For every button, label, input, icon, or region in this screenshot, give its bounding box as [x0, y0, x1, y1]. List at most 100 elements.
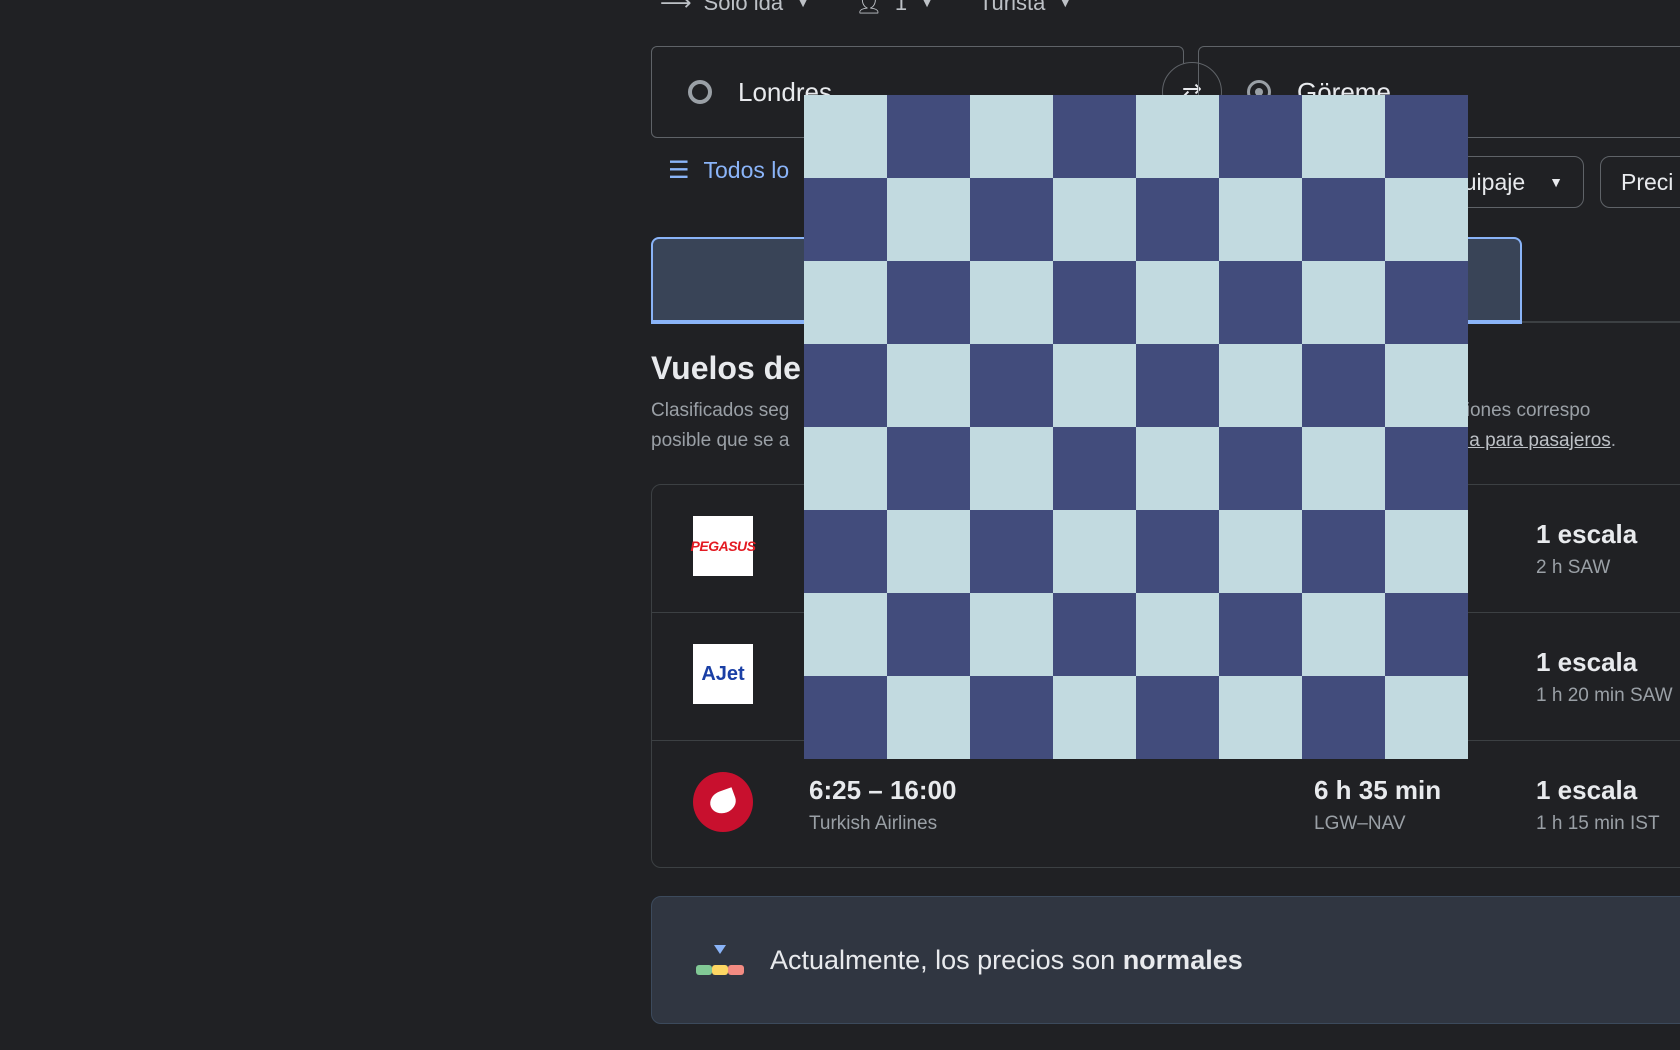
checker-square	[1302, 261, 1385, 344]
checker-square	[887, 95, 970, 178]
price-filter-chip[interactable]: Preci	[1600, 156, 1680, 208]
flight-stops: 1 escala	[1536, 519, 1638, 549]
checker-square	[1053, 593, 1136, 676]
checker-square	[970, 593, 1053, 676]
checker-square	[970, 95, 1053, 178]
turkish-airlines-logo	[693, 772, 753, 832]
checker-square	[1219, 95, 1302, 178]
checker-square	[1219, 510, 1302, 593]
checker-square	[804, 344, 887, 427]
filters-row: ☰ Todos lo	[668, 156, 789, 185]
checker-square	[1302, 344, 1385, 427]
checker-square	[804, 261, 887, 344]
trip-type-select[interactable]: ⟶ Solo ida ▼	[660, 0, 811, 16]
checker-square	[1053, 676, 1136, 759]
pegasus-logo: PEGASUS	[691, 516, 756, 576]
checker-square	[1385, 261, 1468, 344]
person-icon: 👤︎	[854, 0, 883, 15]
flight-stops: 1 escala	[1536, 647, 1638, 677]
price-level-icon	[696, 945, 744, 975]
checker-square	[1385, 427, 1468, 510]
checker-square	[1302, 95, 1385, 178]
checker-square	[804, 95, 887, 178]
checker-square	[887, 676, 970, 759]
checker-square	[804, 510, 887, 593]
results-title: Vuelos de	[651, 350, 801, 386]
checker-square	[1136, 261, 1219, 344]
low-segment	[696, 965, 712, 975]
checker-square	[887, 344, 970, 427]
checker-square	[1053, 95, 1136, 178]
origin-circle-icon	[688, 80, 712, 104]
price-insight-level: normales	[1122, 944, 1243, 975]
price-filter-label: Preci	[1621, 168, 1674, 195]
checker-square	[1136, 510, 1219, 593]
flight-stop-detail: 2 h SAW	[1536, 557, 1611, 578]
checker-square	[887, 261, 970, 344]
checker-square	[1385, 593, 1468, 676]
checker-square	[1219, 261, 1302, 344]
flight-duration: 6 h 35 min	[1314, 775, 1442, 805]
flight-stop-detail: 1 h 15 min IST	[1536, 813, 1660, 834]
cabin-class-select[interactable]: Turista ▼	[979, 0, 1073, 16]
bags-filter-label: uipaje	[1463, 168, 1526, 195]
checker-square	[1219, 593, 1302, 676]
chevron-down-icon: ▼	[1549, 174, 1563, 190]
checker-square	[1385, 178, 1468, 261]
checker-square	[1302, 427, 1385, 510]
ajet-logo: AJet	[693, 644, 753, 704]
checker-square	[887, 427, 970, 510]
flights-page: ⟶ Solo ida ▼ 👤︎ 1 ▼ Turista ▼ Londres ⇄ …	[0, 0, 1680, 1050]
ajet-logo-text: AJet	[701, 662, 745, 685]
checker-square	[1385, 344, 1468, 427]
flight-times: 6:25 – 16:00	[809, 775, 957, 805]
price-insight-text: Actualmente, los precios son normales	[770, 945, 1243, 976]
checker-square	[887, 593, 970, 676]
checker-square	[1136, 344, 1219, 427]
flight-stop-detail: 1 h 20 min SAW	[1536, 685, 1673, 706]
tabs-divider	[1522, 321, 1680, 323]
checker-square	[1053, 178, 1136, 261]
high-segment	[728, 965, 744, 975]
passengers-select[interactable]: 👤︎ 1 ▼	[855, 0, 935, 16]
normal-segment	[712, 965, 728, 975]
checker-square	[970, 427, 1053, 510]
flight-row[interactable]: 6:25 – 16:00 Turkish Airlines 6 h 35 min…	[652, 741, 1680, 867]
checker-square	[970, 178, 1053, 261]
flight-route: LGW–NAV	[1314, 813, 1406, 834]
checker-square	[1219, 178, 1302, 261]
checker-square	[1053, 261, 1136, 344]
price-marker	[714, 945, 726, 954]
checker-square	[887, 178, 970, 261]
checker-square	[1136, 427, 1219, 510]
checker-square	[1302, 178, 1385, 261]
checker-square	[1385, 95, 1468, 178]
desc-line-2-start: posible que se a	[651, 430, 790, 451]
checker-square	[970, 676, 1053, 759]
checker-square	[804, 593, 887, 676]
checker-square	[1219, 344, 1302, 427]
checker-square	[1385, 676, 1468, 759]
checker-square	[1385, 510, 1468, 593]
trip-options-bar: ⟶ Solo ida ▼ 👤︎ 1 ▼ Turista ▼	[660, 0, 1117, 18]
price-insight-prefix: Actualmente, los precios son	[770, 944, 1123, 975]
checker-square	[970, 510, 1053, 593]
all-filters-button[interactable]: ☰ Todos lo	[668, 156, 789, 185]
flight-airline: Turkish Airlines	[809, 813, 938, 834]
arrow-right-icon: ⟶	[660, 0, 692, 15]
bird-icon	[707, 787, 739, 817]
cabin-class-label: Turista	[978, 0, 1046, 15]
price-insight-card[interactable]: Actualmente, los precios son normales	[651, 896, 1680, 1024]
checker-square	[1136, 95, 1219, 178]
desc-line-1-start: Clasificados seg	[651, 400, 790, 421]
checker-square	[804, 427, 887, 510]
checker-square	[804, 676, 887, 759]
checker-square	[1302, 510, 1385, 593]
checker-square	[1053, 344, 1136, 427]
checker-square	[1302, 593, 1385, 676]
checker-square	[970, 344, 1053, 427]
trip-type-label: Solo ida	[703, 0, 784, 15]
checkerboard-overlay	[804, 95, 1468, 759]
chevron-down-icon: ▼	[795, 0, 811, 11]
checker-square	[1219, 427, 1302, 510]
